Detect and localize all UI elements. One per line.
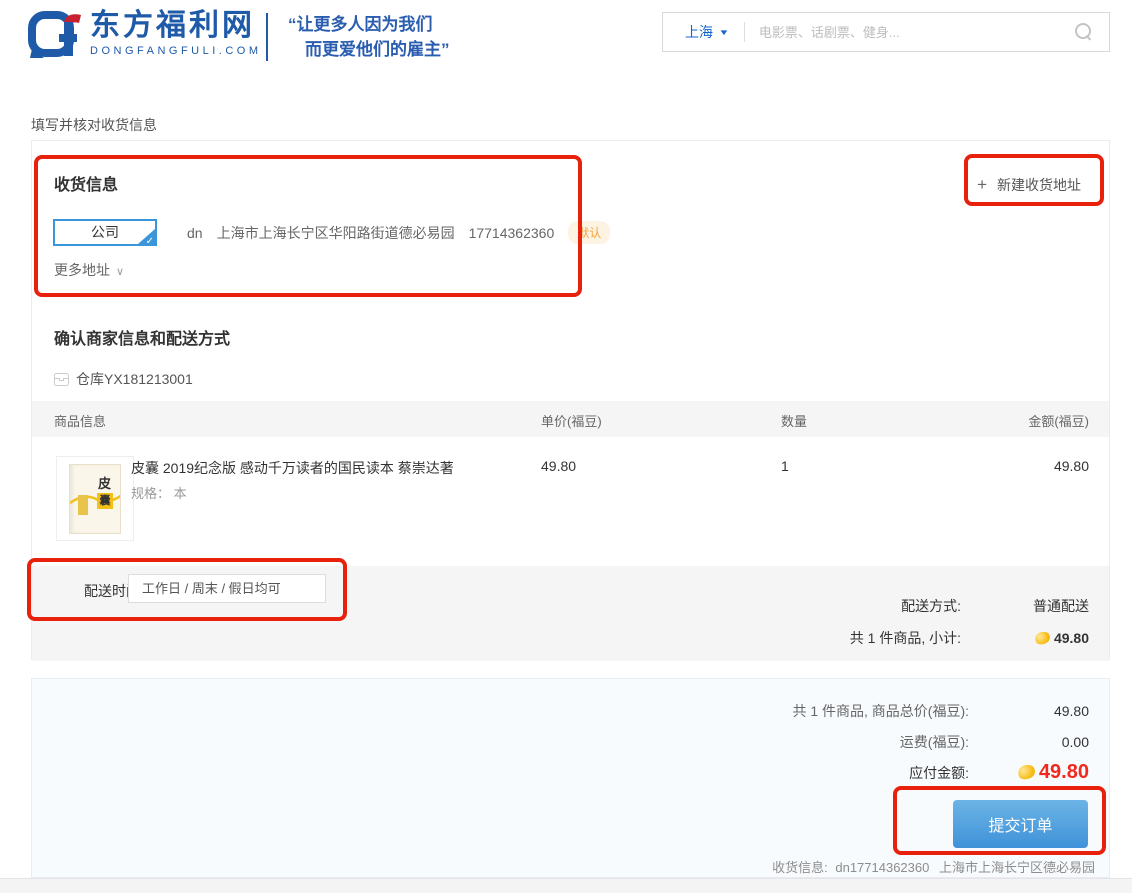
spec-label: 规格： bbox=[131, 486, 170, 501]
subtotal-label: 共 1 件商品, 小计: bbox=[850, 628, 961, 648]
col-product: 商品信息 bbox=[54, 411, 106, 430]
col-unit-price: 单价(福豆) bbox=[541, 411, 602, 430]
chevron-down-icon: ∨ bbox=[116, 266, 124, 278]
total-value: 49.80 bbox=[969, 703, 1089, 719]
search-icon[interactable] bbox=[1075, 23, 1093, 41]
brand-name: 东方福利网 bbox=[90, 9, 262, 43]
delivery-method-label: 配送方式: bbox=[901, 596, 961, 616]
city-selector[interactable]: 上海 ▼ bbox=[663, 22, 744, 42]
new-address-label: 新建收货地址 bbox=[997, 175, 1081, 195]
footer-address: 上海市上海长宁区德必易园 bbox=[939, 860, 1095, 875]
cover-title-char-2: 囊 bbox=[97, 493, 113, 509]
delivery-method-value: 普通配送 bbox=[961, 596, 1089, 616]
total-label: 共 1 件商品, 商品总价(福豆): bbox=[792, 701, 969, 721]
address-tag-label: 公司 bbox=[91, 224, 119, 240]
table-header: 商品信息 单价(福豆) 数量 金额(福豆) bbox=[32, 401, 1109, 437]
product-spec: 规格： 本 bbox=[131, 483, 187, 502]
address-row: 公司 ✓ dn 上海市上海长宁区华阳路街道德必易园 17714362360 默认 bbox=[53, 219, 610, 246]
step-title: 填写并核对收货信息 bbox=[31, 115, 157, 135]
table-row: 皮 囊 皮囊 2019纪念版 感动千万读者的国民读本 蔡崇达著 规格： 本 49… bbox=[32, 437, 1109, 557]
shipping-section-title: 收货信息 bbox=[54, 171, 118, 195]
product-image[interactable]: 皮 囊 bbox=[56, 456, 134, 541]
payable-row: 应付金额: 49.80 bbox=[909, 761, 1089, 784]
more-addresses-label: 更多地址 bbox=[54, 262, 110, 278]
product-title[interactable]: 皮囊 2019纪念版 感动千万读者的国民读本 蔡崇达著 bbox=[131, 458, 454, 478]
warehouse-name: 仓库YX181213001 bbox=[76, 369, 193, 389]
cover-seal bbox=[78, 495, 88, 515]
header-divider bbox=[266, 13, 268, 61]
slogan-line2: 而更爱他们的雇主” bbox=[288, 37, 450, 62]
footer-contact: dn17714362360 bbox=[835, 860, 929, 875]
logo-icon bbox=[28, 9, 84, 59]
col-amount: 金额(福豆) bbox=[1028, 411, 1089, 430]
cover-title-char-1: 皮 bbox=[98, 473, 111, 492]
bean-currency-icon bbox=[1033, 630, 1051, 647]
brand-block: 东方福利网 DONGFANGFULI.COM bbox=[90, 9, 262, 59]
col-qty: 数量 bbox=[781, 411, 807, 430]
merchant-section-title: 确认商家信息和配送方式 bbox=[54, 325, 230, 349]
check-icon: ✓ bbox=[146, 236, 154, 246]
city-name: 上海 bbox=[685, 22, 713, 42]
order-panel: 收货信息 + 新建收货地址 公司 ✓ dn 上海市上海长宁区华阳路街道德必易园 … bbox=[31, 140, 1110, 660]
recipient-phone: 17714362360 bbox=[469, 225, 555, 241]
more-addresses-link[interactable]: 更多地址 ∨ bbox=[54, 260, 124, 280]
brand-domain: DONGFANGFULI.COM bbox=[90, 45, 262, 57]
total-row: 共 1 件商品, 商品总价(福豆): 49.80 bbox=[792, 701, 1089, 721]
recipient-name: dn bbox=[187, 225, 203, 241]
product-unit-price: 49.80 bbox=[541, 458, 576, 474]
book-cover: 皮 囊 bbox=[69, 464, 121, 534]
subtotal-value: 49.80 bbox=[961, 630, 1089, 646]
freight-row: 运费(福豆): 0.00 bbox=[900, 732, 1089, 752]
summary-footer: 收货信息: dn17714362360 上海市上海长宁区德必易园 bbox=[772, 857, 1095, 876]
delivery-strip: 配送时间: 工作日 / 周末 / 假日均可 配送方式: 普通配送 共 1 件商品… bbox=[32, 566, 1109, 661]
warehouse-icon bbox=[54, 373, 69, 386]
caret-down-icon: ▼ bbox=[718, 28, 729, 37]
site-logo[interactable]: 东方福利网 DONGFANGFULI.COM bbox=[28, 9, 262, 59]
submit-order-button[interactable]: 提交订单 bbox=[953, 800, 1088, 848]
new-address-button[interactable]: + 新建收货地址 bbox=[977, 175, 1081, 195]
payable-label: 应付金额: bbox=[909, 763, 969, 783]
plus-icon: + bbox=[977, 175, 987, 195]
freight-value: 0.00 bbox=[969, 734, 1089, 750]
product-amount: 49.80 bbox=[1054, 458, 1089, 474]
slogan: “让更多人因为我们 而更爱他们的雇主” bbox=[288, 12, 450, 62]
product-qty: 1 bbox=[781, 458, 789, 474]
warehouse-row: 仓库YX181213001 bbox=[54, 369, 193, 389]
payable-value: 49.80 bbox=[969, 761, 1089, 784]
search-input[interactable] bbox=[745, 25, 1075, 40]
bean-currency-icon bbox=[1016, 762, 1037, 781]
default-badge: 默认 bbox=[568, 221, 610, 244]
spec-value: 本 bbox=[174, 486, 187, 501]
address-tag-company[interactable]: 公司 ✓ bbox=[53, 219, 157, 246]
freight-label: 运费(福豆): bbox=[900, 732, 969, 752]
delivery-time-select[interactable]: 工作日 / 周末 / 假日均可 bbox=[128, 574, 326, 603]
delivery-method-row: 配送方式: 普通配送 bbox=[901, 596, 1089, 616]
address-detail: 上海市上海长宁区华阳路街道德必易园 bbox=[217, 223, 455, 243]
slogan-line1: “让更多人因为我们 bbox=[288, 12, 450, 37]
summary-panel: 共 1 件商品, 商品总价(福豆): 49.80 运费(福豆): 0.00 应付… bbox=[31, 678, 1110, 878]
search-bar: 上海 ▼ bbox=[662, 12, 1110, 52]
subtotal-row: 共 1 件商品, 小计: 49.80 bbox=[850, 628, 1089, 648]
checkout-page: 东方福利网 DONGFANGFULI.COM “让更多人因为我们 而更爱他们的雇… bbox=[0, 0, 1132, 893]
page-footer-strip bbox=[0, 878, 1132, 893]
footer-label: 收货信息: bbox=[772, 860, 828, 875]
